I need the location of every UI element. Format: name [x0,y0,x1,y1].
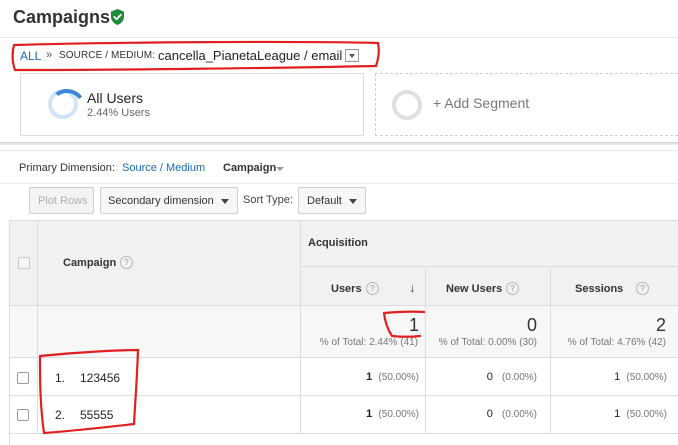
totals-users-cell: 1 % of Total: 2.44% (41) [301,306,426,358]
totals-new-users-value: 0 [526,315,537,335]
help-icon[interactable]: ? [506,282,519,295]
acquisition-label: Acquisition [308,237,368,249]
plot-rows-label: Plot Rows [38,195,88,207]
section-divider [0,142,678,146]
acquisition-group-header: Acquisition [301,220,678,267]
totals-label-cell [38,306,301,358]
new-users-cell: 0 (0.00%) [426,396,551,434]
secondary-dimension-select[interactable]: Secondary dimension [100,187,238,214]
campaign-cell: 2. 55555 [38,396,301,434]
dimension-option-source-medium[interactable]: Source / Medium [122,162,205,174]
users-column-header[interactable]: Users ? ↓ [301,267,426,306]
sessions-value: 1 (50.00%) [614,408,667,420]
breadcrumb-all-link[interactable]: ALL [20,49,41,63]
table-row [9,358,38,396]
row-checkbox[interactable] [17,372,29,384]
row-index: 1. [55,371,66,385]
chevron-down-icon [221,199,229,204]
new-users-column-label: New Users [446,283,503,295]
totals-checkbox-cell [9,306,38,358]
page-title: Campaigns [13,7,111,27]
select-all-checkbox[interactable] [18,257,30,269]
shield-check-icon [111,9,124,25]
totals-sessions-cell: 2 % of Total: 4.76% (42) [551,306,678,358]
segment-name: All Users [87,90,144,106]
add-segment-button[interactable]: + Add Segment [375,73,678,136]
new-users-cell: 0 (0.00%) [426,358,551,396]
primary-dimension-label: Primary Dimension: [19,162,115,174]
campaign-cell: 1. 123456 [38,358,301,396]
chevron-down-icon [349,199,357,204]
title-bar: Campaigns [0,0,678,38]
totals-users-percent: % of Total: 2.44% (41) [319,337,418,348]
help-icon[interactable]: ? [120,256,133,269]
sort-type-value: Default [307,195,342,207]
new-users-value: 0 (0.00%) [486,408,537,420]
segment-all-users[interactable]: All Users 2.44% Users [20,73,364,136]
sessions-column-label: Sessions [575,283,624,295]
secondary-dimension-label: Secondary dimension [108,195,214,207]
plot-rows-button[interactable]: Plot Rows [29,187,94,214]
sessions-cell: 1 (50.00%) [551,358,678,396]
help-icon[interactable]: ? [366,282,379,295]
primary-dimension-bar: Primary Dimension: Source / Medium Campa… [0,150,678,184]
table-row [9,396,38,434]
segment-ring-icon [48,89,78,119]
help-icon[interactable]: ? [636,282,649,295]
users-cell: 1 (50.00%) [301,396,426,434]
dimension-option-campaign[interactable]: Campaign [223,162,276,174]
breadcrumb-dropdown-button[interactable] [345,49,359,62]
sort-type-select[interactable]: Default [298,187,366,214]
breadcrumb-dimension: SOURCE / MEDIUM: [59,50,156,61]
campaign-table: Campaign ? Acquisition Users ? ↓ New Use… [9,220,678,445]
new-users-column-header[interactable]: New Users ? [426,267,551,306]
breadcrumb: ALL » SOURCE / MEDIUM: cancella_PianetaL… [0,38,678,74]
new-users-value: 0 (0.00%) [486,371,537,383]
sessions-cell: 1 (50.00%) [551,396,678,434]
campaign-column-label: Campaign [63,257,117,269]
users-value: 1 (50.00%) [366,408,419,420]
header-checkbox-cell [9,220,38,306]
sessions-column-header[interactable]: Sessions ? [551,267,678,306]
totals-new-users-percent: % of Total: 0.00% (30) [438,337,537,348]
segment-ring-placeholder-icon [392,90,422,120]
row-checkbox[interactable] [17,409,29,421]
breadcrumb-value: cancella_PianetaLeague / email [158,48,343,63]
totals-new-users-cell: 0 % of Total: 0.00% (30) [426,306,551,358]
totals-users-value: 1 [408,315,419,335]
campaign-column-header[interactable]: Campaign ? [38,220,301,306]
chevron-down-icon[interactable] [276,167,284,171]
campaign-name-link[interactable]: 55555 [80,408,113,422]
segment-detail: 2.44% Users [87,107,150,119]
add-segment-label: + Add Segment [433,95,530,111]
users-value: 1 (50.00%) [366,371,419,383]
totals-sessions-value: 2 [655,315,666,335]
sessions-value: 1 (50.00%) [614,371,667,383]
users-column-label: Users [331,283,362,295]
users-cell: 1 (50.00%) [301,358,426,396]
row-index: 2. [55,408,66,422]
sort-descending-icon[interactable]: ↓ [409,280,416,295]
sort-type-label: Sort Type: [243,194,293,206]
totals-sessions-percent: % of Total: 4.76% (42) [567,337,666,348]
campaign-name-link[interactable]: 123456 [80,371,120,385]
breadcrumb-separator: » [46,49,53,61]
